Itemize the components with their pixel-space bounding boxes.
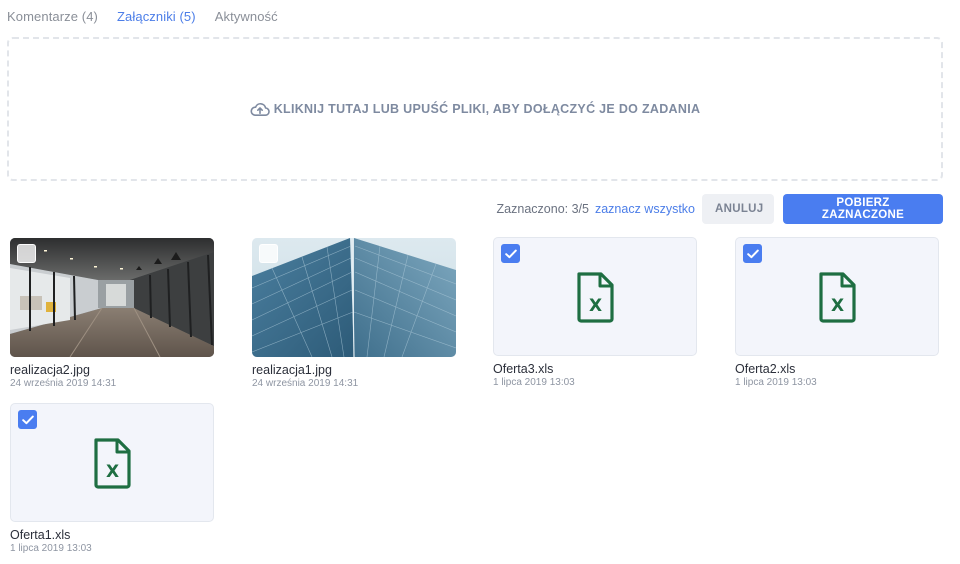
file-name: Oferta1.xls xyxy=(10,528,71,542)
file-card[interactable]: X Oferta3.xls 1 lipca 2019 13:03 xyxy=(493,237,697,389)
file-thumbnail[interactable]: X xyxy=(10,403,214,522)
image-thumbnail[interactable] xyxy=(252,238,456,357)
selected-count: Zaznaczono: 3/5 xyxy=(496,202,589,216)
file-date: 24 września 2019 14:31 xyxy=(10,378,117,389)
cloud-upload-icon xyxy=(250,102,270,117)
checkmark-icon xyxy=(21,415,34,424)
file-checkbox[interactable] xyxy=(17,244,36,263)
file-name: Oferta3.xls xyxy=(493,362,554,376)
file-thumbnail[interactable]: X xyxy=(735,237,939,356)
tab-bar: Komentarze (4) Załączniki (5) Aktywność xyxy=(7,9,297,27)
select-all-link[interactable]: zaznacz wszystko xyxy=(595,202,695,216)
file-card[interactable]: X Oferta1.xls 1 lipca 2019 13:03 xyxy=(10,403,214,555)
tab-comments[interactable]: Komentarze (4) xyxy=(7,9,98,27)
svg-text:X: X xyxy=(831,296,844,316)
file-thumbnail[interactable]: X xyxy=(493,237,697,356)
dropzone-content: KLIKNIJ TUTAJ LUB UPUŚĆ PLIKI, ABY DOŁĄC… xyxy=(250,102,701,117)
file-card[interactable]: realizacja2.jpg 24 września 2019 14:31 xyxy=(10,238,214,390)
file-checkbox-checked[interactable] xyxy=(743,244,762,263)
checkmark-icon xyxy=(504,249,517,258)
file-checkbox-checked[interactable] xyxy=(18,410,37,429)
cancel-button[interactable]: ANULUJ xyxy=(702,194,774,224)
tab-activity[interactable]: Aktywność xyxy=(215,9,278,27)
file-dropzone[interactable]: KLIKNIJ TUTAJ LUB UPUŚĆ PLIKI, ABY DOŁĄC… xyxy=(7,37,943,181)
selection-actionbar: Zaznaczono: 3/5 zaznacz wszystko ANULUJ … xyxy=(497,194,943,224)
file-name: realizacja2.jpg xyxy=(10,363,90,377)
svg-text:X: X xyxy=(106,462,119,482)
file-card[interactable]: realizacja1.jpg 24 września 2019 14:31 xyxy=(252,238,456,390)
file-checkbox[interactable] xyxy=(259,244,278,263)
file-date: 24 września 2019 14:31 xyxy=(252,378,359,389)
svg-text:X: X xyxy=(589,296,602,316)
excel-file-icon: X xyxy=(819,271,856,323)
excel-file-icon: X xyxy=(577,271,614,323)
download-selected-button[interactable]: POBIERZ ZAZNACZONE xyxy=(783,194,943,224)
checkmark-icon xyxy=(746,249,759,258)
tab-attachments[interactable]: Załączniki (5) xyxy=(117,9,196,27)
dropzone-text: KLIKNIJ TUTAJ LUB UPUŚĆ PLIKI, ABY DOŁĄC… xyxy=(273,102,701,116)
file-date: 1 lipca 2019 13:03 xyxy=(10,543,92,554)
file-checkbox-checked[interactable] xyxy=(501,244,520,263)
file-name: Oferta2.xls xyxy=(735,362,796,376)
image-thumbnail[interactable] xyxy=(10,238,214,357)
excel-file-icon: X xyxy=(94,437,131,489)
skyscraper-photo xyxy=(252,238,456,357)
file-date: 1 lipca 2019 13:03 xyxy=(493,377,575,388)
file-card[interactable]: X Oferta2.xls 1 lipca 2019 13:03 xyxy=(735,237,939,389)
file-name: realizacja1.jpg xyxy=(252,363,332,377)
office-corridor-photo xyxy=(10,238,214,357)
file-date: 1 lipca 2019 13:03 xyxy=(735,377,817,388)
